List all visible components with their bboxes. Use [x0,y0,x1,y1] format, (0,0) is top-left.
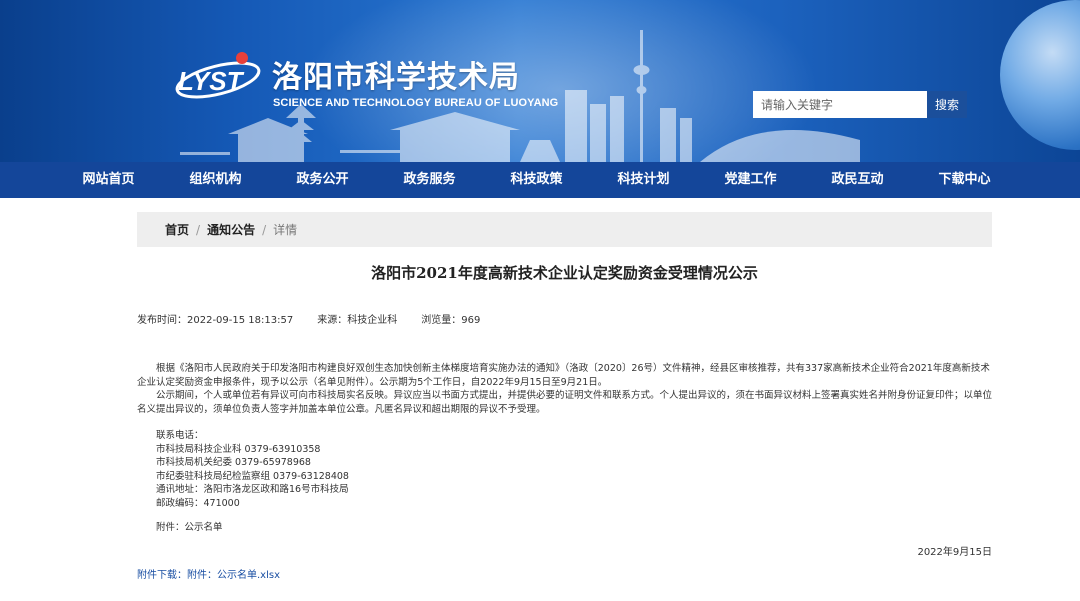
contact-line: 市科技局科技企业科 0379-63910358 [156,443,321,455]
nav-item-public-interaction[interactable]: 政民互动 [804,162,911,198]
nav-item-downloads[interactable]: 下载中心 [911,162,1018,198]
contact-info: 联系电话： 市科技局科技企业科 0379-63910358 市科技局机关纪委 0… [156,429,349,511]
signed-date: 2022年9月15日 [917,547,992,558]
breadcrumb-notices[interactable]: 通知公告 [207,221,255,238]
nav-item-government-services[interactable]: 政务服务 [376,162,483,198]
main-nav: 网站首页 组织机构 政务公开 政务服务 科技政策 科技计划 党建工作 政民互动 … [0,162,1080,198]
breadcrumb: 首页 / 通知公告 / 详情 [137,212,992,247]
article-paragraph: 公示期间，个人或单位若有异议可向市科技局实名反映。异议应当以书面方式提出，并提供… [137,390,993,415]
city-skyline-illustration [180,30,860,162]
attachment-download: 附件下载：附件：公示名单.xlsx [137,566,280,581]
nav-item-home[interactable]: 网站首页 [55,162,162,198]
site-header: LYST 洛阳市科学技术局 SCIENCE AND TECHNOLOGY BUR… [0,0,1080,162]
publish-time-label: 发布时间： [137,315,187,326]
nav-item-tech-policy[interactable]: 科技政策 [483,162,590,198]
contact-line: 联系电话： [156,430,204,441]
breadcrumb-home[interactable]: 首页 [165,221,189,238]
views-label: 浏览量： [421,315,462,326]
nav-item-tech-plans[interactable]: 科技计划 [590,162,697,198]
article-paragraph: 根据《洛阳市人民政府关于印发洛阳市构建良好双创生态加快创新主体梯度培育实施办法的… [137,363,990,388]
svg-text:LYST: LYST [178,66,245,96]
breadcrumb-separator: / [262,222,267,237]
publish-time: 2022-09-15 18:13:57 [187,315,294,326]
views-count: 969 [461,315,481,326]
article-meta: 发布时间：2022-09-15 18:13:57 来源：科技企业科 浏览量：969 [137,311,480,326]
attachment-note: 附件：公示名单 [156,522,223,533]
contact-line: 通讯地址：洛阳市洛龙区政和路16号市科技局 [156,484,349,496]
source-label: 来源： [317,315,348,326]
search-button[interactable]: 搜索 [927,91,967,118]
contact-line: 市纪委驻科技局纪检监察组 0379-63128408 [156,470,349,482]
nav-item-organization[interactable]: 组织机构 [162,162,269,198]
breadcrumb-separator: / [196,222,201,237]
article-body: 根据《洛阳市人民政府关于印发洛阳市构建良好双创生态加快创新主体梯度培育实施办法的… [137,362,992,416]
attachment-link[interactable]: 附件：公示名单.xlsx [187,570,280,581]
download-label: 附件下载： [137,570,187,581]
lyst-logo-icon: LYST [175,52,261,99]
nav-item-government-affairs[interactable]: 政务公开 [269,162,376,198]
contact-line: 邮政编码：471000 [156,497,240,509]
source: 科技企业科 [347,315,398,326]
nav-item-party-building[interactable]: 党建工作 [697,162,804,198]
site-title: 洛阳市科学技术局 [272,60,520,95]
site-subtitle: SCIENCE AND TECHNOLOGY BUREAU OF LUOYANG [273,97,559,109]
search-input[interactable] [753,91,927,118]
article-title: 洛阳市2021年度高新技术企业认定奖励资金受理情况公示 [371,264,758,282]
breadcrumb-current: 详情 [273,223,298,237]
contact-line: 市科技局机关纪委 0379-65978968 [156,457,311,469]
